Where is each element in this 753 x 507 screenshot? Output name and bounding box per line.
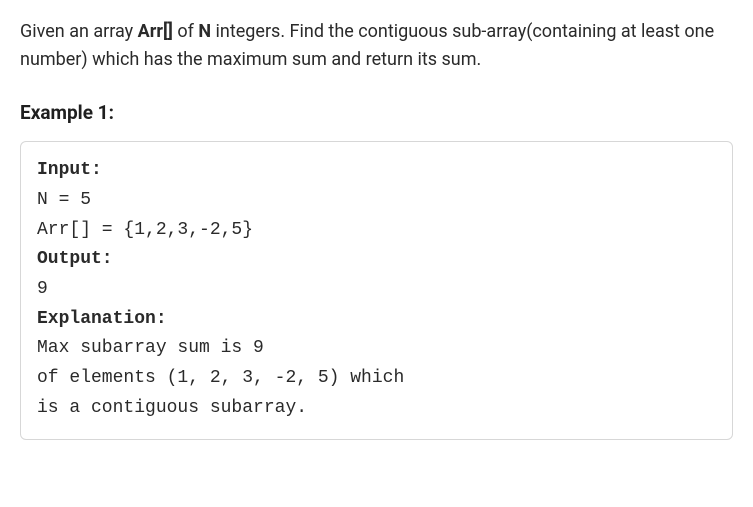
input-label: Input: [37,160,102,180]
problem-bold-arr: Arr[] [138,21,173,42]
input-arr-line: Arr[] = {1,2,3,-2,5} [37,220,253,240]
input-n-line: N = 5 [37,190,91,210]
explanation-line-2: of elements (1, 2, 3, -2, 5) which [37,368,415,388]
explanation-label: Explanation: [37,309,167,329]
example-heading: Example 1: [20,98,733,127]
problem-mid: of [173,21,198,42]
output-value: 9 [37,279,48,299]
explanation-line-3: is a contiguous subarray. [37,398,307,418]
explanation-line-1: Max subarray sum is 9 [37,338,264,358]
problem-bold-n: N [198,21,211,42]
example-code-block: Input: N = 5 Arr[] = {1,2,3,-2,5} Output… [20,141,733,440]
output-label: Output: [37,249,113,269]
problem-pre: Given an array [20,21,138,42]
problem-statement: Given an array Arr[] of N integers. Find… [20,18,733,74]
